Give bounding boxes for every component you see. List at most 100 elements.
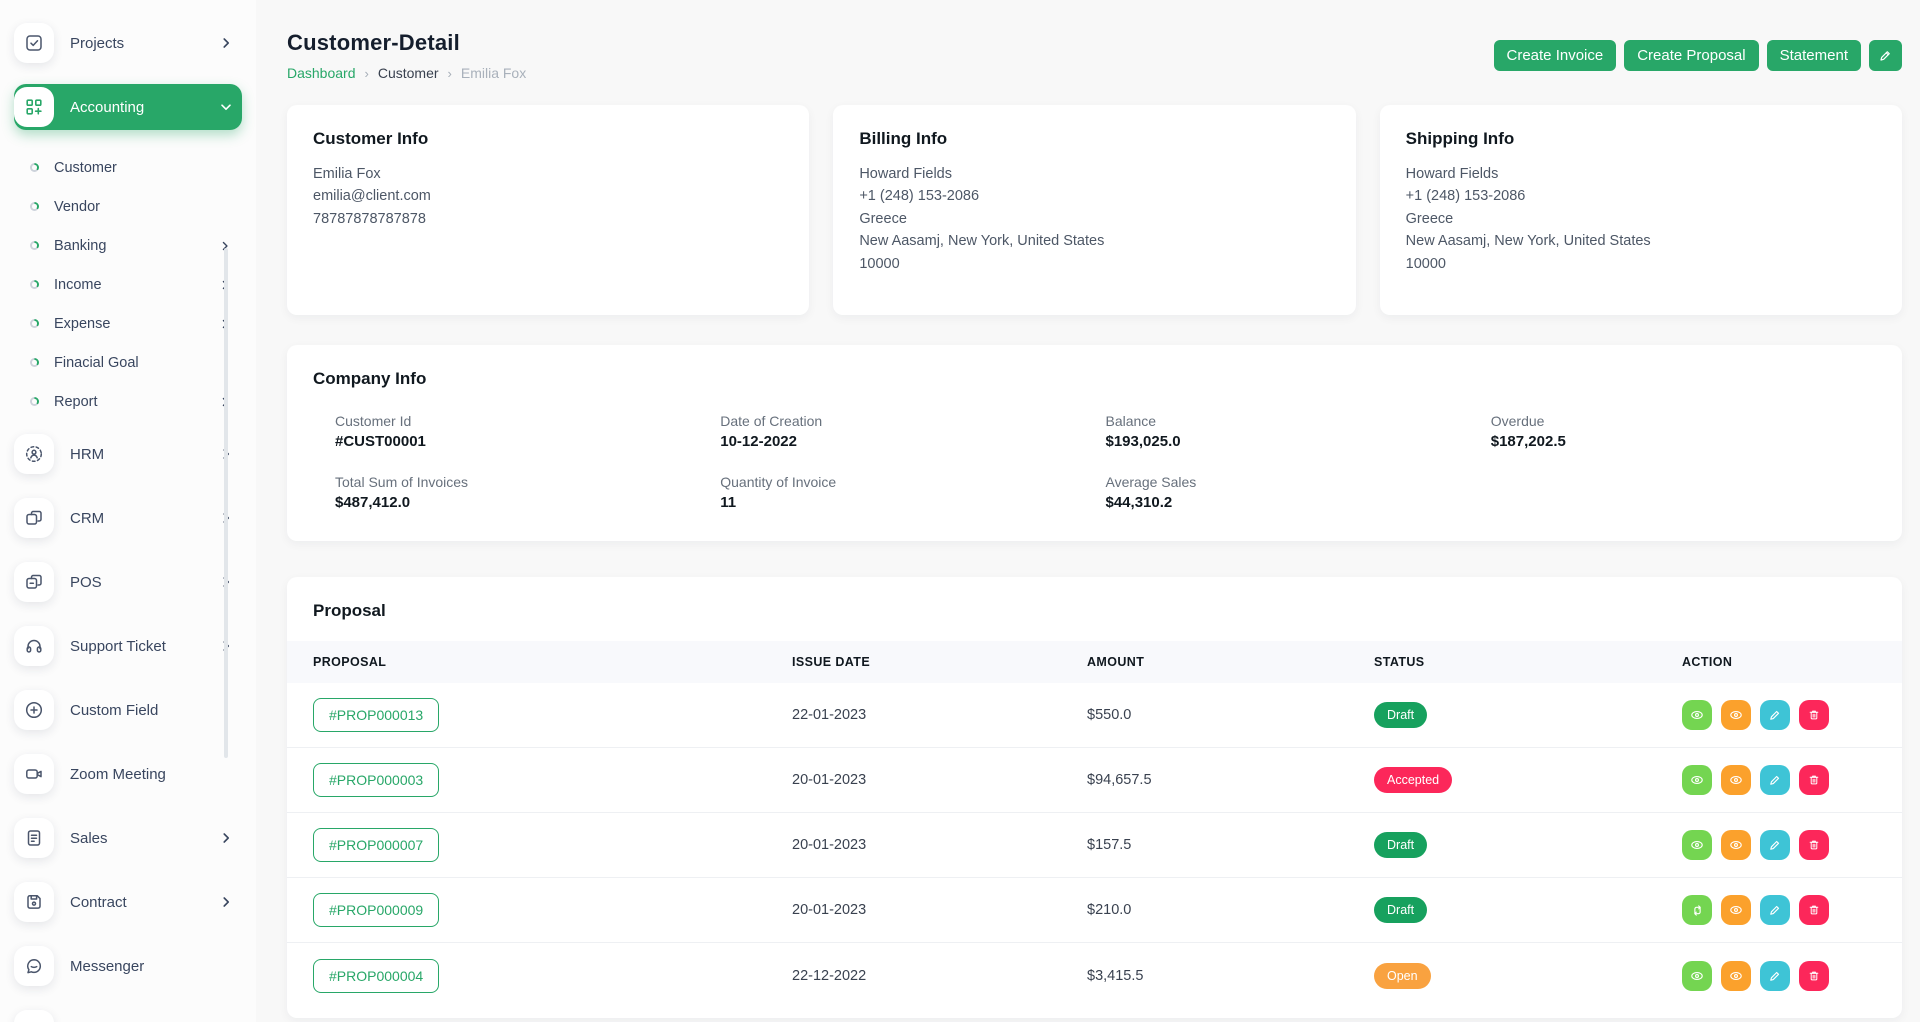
customer-name: Emilia Fox <box>313 163 783 185</box>
sidebar-subitem-label: Banking <box>54 238 218 254</box>
sidebar-item-crm[interactable]: CRM <box>14 495 242 541</box>
column-header-proposal: PROPOSAL <box>287 655 792 669</box>
proposal-link[interactable]: #PROP000013 <box>313 698 439 732</box>
chevron-right-icon: › <box>365 66 369 81</box>
create-invoice-button[interactable]: Create Invoice <box>1494 40 1617 71</box>
sidebar-item-projects[interactable]: Projects <box>14 20 242 66</box>
sidebar-item-hrm[interactable]: HRM <box>14 431 242 477</box>
sidebar-item-messenger[interactable]: Messenger <box>14 943 242 989</box>
table-row: #PROP000004 22-12-2022 $3,415.5 Open <box>287 943 1902 1008</box>
bullet-ring-icon <box>30 163 39 172</box>
preview-button[interactable] <box>1721 700 1751 730</box>
shipping-zip: 10000 <box>1406 253 1876 275</box>
sidebar-item-sales[interactable]: Sales <box>14 815 242 861</box>
amount: $157.5 <box>1087 837 1374 853</box>
proposal-link[interactable]: #PROP000007 <box>313 828 439 862</box>
company-info-card: Company Info Customer Id #CUST00001 Date… <box>287 345 1902 541</box>
sidebar-scrollbar[interactable] <box>224 248 228 758</box>
view-button[interactable] <box>1682 700 1712 730</box>
proposal-title: Proposal <box>287 601 1902 621</box>
chevron-right-icon: › <box>448 66 452 81</box>
sidebar-item-accounting[interactable]: Accounting <box>14 84 242 130</box>
statement-button[interactable]: Statement <box>1767 40 1861 71</box>
delete-button[interactable] <box>1799 700 1829 730</box>
sidebar-subitem-customer[interactable]: Customer <box>14 148 242 187</box>
view-button[interactable] <box>1682 765 1712 795</box>
shipping-address: New Aasamj, New York, United States <box>1406 230 1876 252</box>
proposal-link[interactable]: #PROP000004 <box>313 959 439 993</box>
preview-button[interactable] <box>1721 830 1751 860</box>
table-header-row: PROPOSAL ISSUE DATE AMOUNT STATUS ACTION <box>287 641 1902 683</box>
proposal-link[interactable]: #PROP000003 <box>313 763 439 797</box>
proposal-link[interactable]: #PROP000009 <box>313 893 439 927</box>
delete-button[interactable] <box>1799 830 1829 860</box>
delete-button[interactable] <box>1799 961 1829 991</box>
customer-phone: 78787878787878 <box>313 208 783 230</box>
accounting-submenu: Customer Vendor Banking Income Expense F… <box>14 148 242 421</box>
sidebar-item-calendar[interactable]: Calendar <box>14 1007 242 1022</box>
info-cards-row: Customer Info Emilia Fox emilia@client.c… <box>287 105 1902 315</box>
user-scan-icon <box>14 434 54 474</box>
sidebar-subitem-label: Vendor <box>54 199 242 215</box>
customer-info-card: Customer Info Emilia Fox emilia@client.c… <box>287 105 809 315</box>
billing-phone: +1 (248) 153-2086 <box>859 185 1329 207</box>
status-badge: Draft <box>1374 702 1427 728</box>
table-row: #PROP000009 20-01-2023 $210.0 Draft <box>287 878 1902 943</box>
column-header-status: STATUS <box>1374 655 1682 669</box>
sidebar-subitem-expense[interactable]: Expense <box>14 304 242 343</box>
sidebar-item-contract[interactable]: Contract <box>14 879 242 925</box>
cards-icon <box>14 498 54 538</box>
shipping-name: Howard Fields <box>1406 163 1876 185</box>
edit-button[interactable] <box>1760 765 1790 795</box>
sidebar-item-label: Custom Field <box>70 702 242 719</box>
customer-email: emilia@client.com <box>313 185 783 207</box>
view-button[interactable] <box>1682 961 1712 991</box>
sidebar-item-custom-field[interactable]: Custom Field <box>14 687 242 733</box>
sidebar-item-label: Contract <box>70 894 218 911</box>
main-content: Customer-Detail Dashboard › Customer › E… <box>256 0 1920 1018</box>
sidebar-item-support-ticket[interactable]: Support Ticket <box>14 623 242 669</box>
sidebar-item-label: Sales <box>70 830 218 847</box>
column-header-amount: AMOUNT <box>1087 655 1374 669</box>
chevron-right-icon <box>218 894 234 910</box>
shipping-phone: +1 (248) 153-2086 <box>1406 185 1876 207</box>
preview-button[interactable] <box>1721 765 1751 795</box>
shipping-info-card: Shipping Info Howard Fields +1 (248) 153… <box>1380 105 1902 315</box>
sidebar: Projects Accounting Customer Vendor Bank… <box>0 0 256 1022</box>
preview-button[interactable] <box>1721 961 1751 991</box>
view-button[interactable] <box>1682 830 1712 860</box>
preview-button[interactable] <box>1721 895 1751 925</box>
edit-button[interactable] <box>1760 895 1790 925</box>
sidebar-subitem-banking[interactable]: Banking <box>14 226 242 265</box>
sidebar-subitem-vendor[interactable]: Vendor <box>14 187 242 226</box>
field-overdue: Overdue $187,202.5 <box>1491 413 1876 450</box>
sidebar-item-zoom-meeting[interactable]: Zoom Meeting <box>14 751 242 797</box>
sidebar-subitem-income[interactable]: Income <box>14 265 242 304</box>
delete-button[interactable] <box>1799 765 1829 795</box>
proposal-table: PROPOSAL ISSUE DATE AMOUNT STATUS ACTION… <box>287 641 1902 1008</box>
table-row: #PROP000013 22-01-2023 $550.0 Draft <box>287 683 1902 748</box>
convert-button[interactable] <box>1682 895 1712 925</box>
bullet-ring-icon <box>30 202 39 211</box>
card-title: Billing Info <box>859 129 1329 149</box>
edit-button[interactable] <box>1760 961 1790 991</box>
column-header-action: ACTION <box>1682 655 1902 669</box>
sidebar-subitem-report[interactable]: Report <box>14 382 242 421</box>
breadcrumb-customer[interactable]: Customer <box>378 65 439 81</box>
edit-button[interactable] <box>1760 700 1790 730</box>
issue-date: 20-01-2023 <box>792 772 1087 788</box>
sidebar-subitem-label: Customer <box>54 160 242 176</box>
breadcrumb-dashboard[interactable]: Dashboard <box>287 65 356 81</box>
table-row: #PROP000007 20-01-2023 $157.5 Draft <box>287 813 1902 878</box>
sidebar-item-pos[interactable]: POS <box>14 559 242 605</box>
sidebar-subitem-financial-goal[interactable]: Finacial Goal <box>14 343 242 382</box>
edit-customer-button[interactable] <box>1869 40 1902 71</box>
row-actions <box>1682 895 1902 925</box>
edit-button[interactable] <box>1760 830 1790 860</box>
delete-button[interactable] <box>1799 895 1829 925</box>
amount: $210.0 <box>1087 902 1374 918</box>
billing-address: New Aasamj, New York, United States <box>859 230 1329 252</box>
create-proposal-button[interactable]: Create Proposal <box>1624 40 1758 71</box>
field-date-of-creation: Date of Creation 10-12-2022 <box>720 413 1105 450</box>
checkbox-icon <box>14 23 54 63</box>
